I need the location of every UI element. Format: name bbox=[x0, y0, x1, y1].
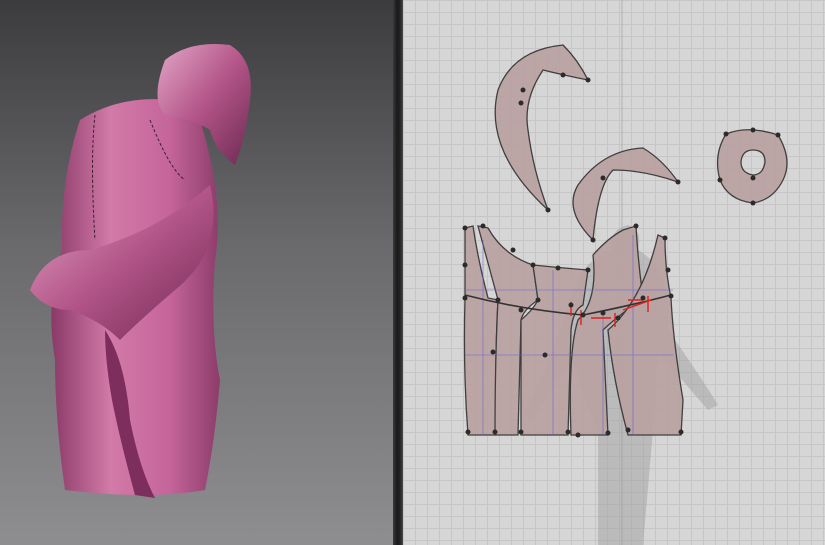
2d-pattern-viewport[interactable] bbox=[403, 0, 825, 545]
pattern-ruffle-1 bbox=[494, 44, 590, 211]
3d-viewport[interactable] bbox=[0, 0, 393, 545]
viewport-splitter[interactable] bbox=[393, 0, 403, 545]
pattern-collar-ring bbox=[716, 129, 788, 204]
pattern-layout bbox=[462, 0, 788, 545]
3d-garment-render bbox=[30, 44, 251, 498]
